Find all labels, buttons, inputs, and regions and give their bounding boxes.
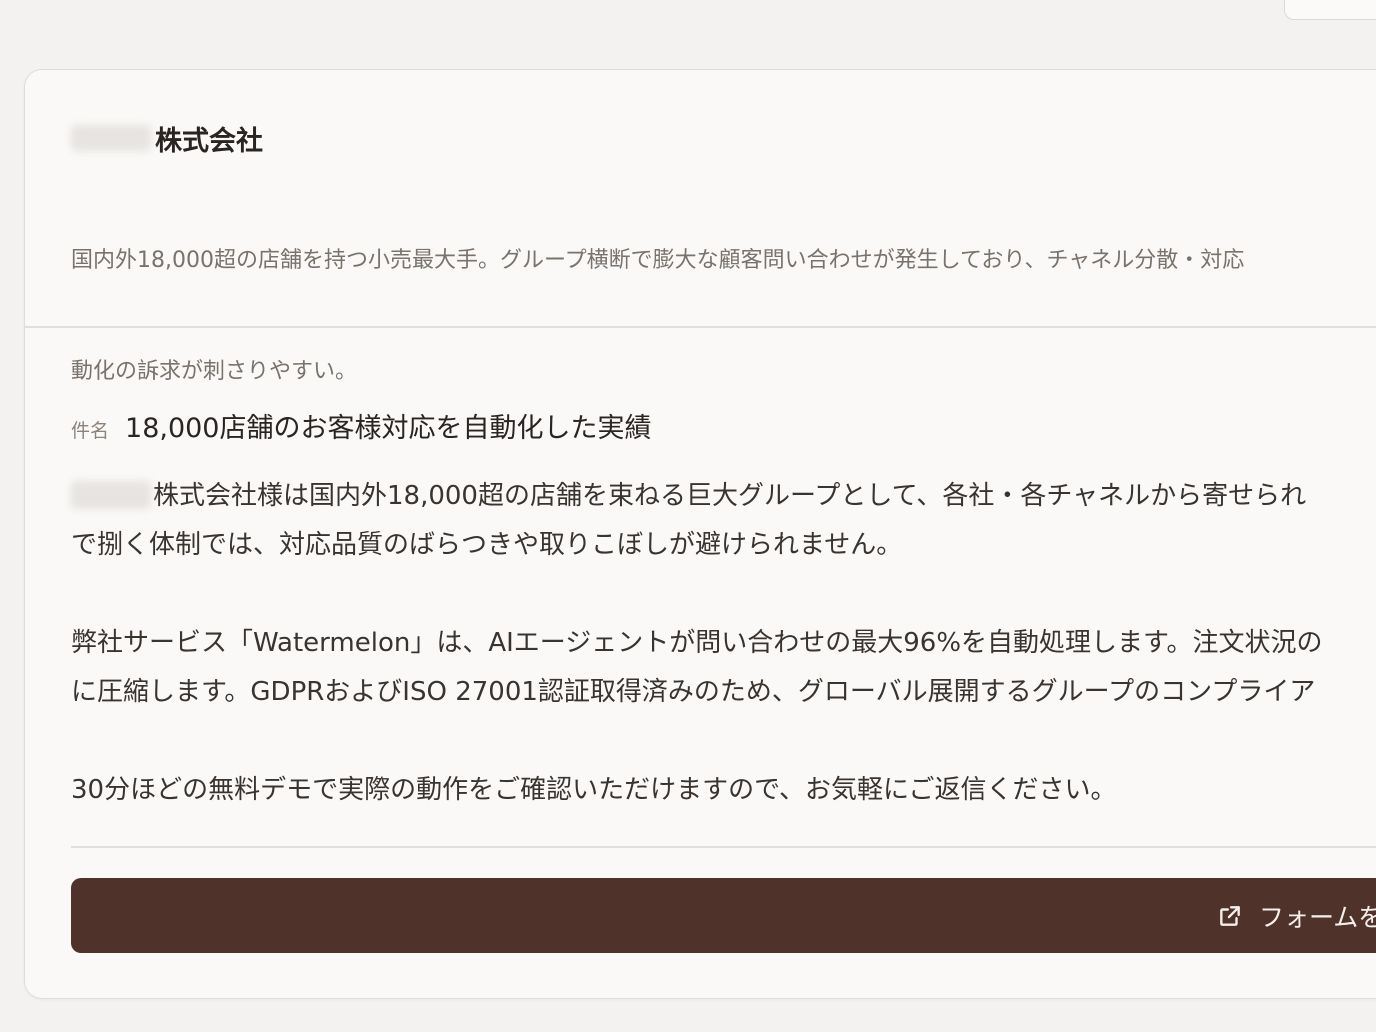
email-paragraph: 30分ほどの無料デモで実際の動作をご確認いただけますので、お気軽にご返信ください… <box>71 766 1322 815</box>
email-line: に圧縮します。GDPRおよびISO 27001認証取得済みのため、グローバル展開… <box>71 677 1316 707</box>
sales-email-card: 株式会社 国内外18,000超の店舗を持つ小売最大手。グループ横断で膨大な顧客問… <box>24 69 1376 999</box>
section-divider <box>25 326 1376 328</box>
email-line: 30分ほどの無料デモで実際の動作をご確認いただけますので、お気軽にご返信ください… <box>71 775 1117 805</box>
company-name: 株式会社 <box>155 125 263 157</box>
top-corner-button[interactable]: パ <box>1284 0 1376 20</box>
company-title-row: 株式会社 <box>71 120 1376 157</box>
footer-divider <box>71 846 1376 848</box>
email-line: 弊社サービス「Watermelon」は、AIエージェントが問い合わせの最大96%… <box>71 628 1323 658</box>
email-paragraph: 株式会社様は国内外18,000超の店舗を束ねる巨大グループとして、各社・各チャネ… <box>71 472 1322 570</box>
redacted-company-prefix <box>71 125 151 151</box>
subject-label: 件名 <box>71 420 110 442</box>
company-description-line: 動化の訴求が刺さりやすい。 <box>71 359 358 384</box>
email-subject-row: 件名 18,000店舗のお客様対応を自動化した実績 <box>71 406 652 445</box>
email-line: で捌く体制では、対応品質のばらつきや取りこぼしが避けられません。 <box>71 530 903 560</box>
external-link-icon <box>1220 905 1240 926</box>
company-description-line: 国内外18,000超の店舗を持つ小売最大手。グループ横断で膨大な顧客問い合わせが… <box>71 248 1245 273</box>
open-form-button-label: フォームを <box>1259 903 1376 932</box>
open-form-button[interactable]: フォームを <box>71 878 1376 953</box>
email-subject: 18,000店舗のお客様対応を自動化した実績 <box>125 413 652 444</box>
email-paragraph: 弊社サービス「Watermelon」は、AIエージェントが問い合わせの最大96%… <box>71 619 1322 717</box>
open-form-button-content: フォームを <box>1217 878 1376 953</box>
email-body: 株式会社様は国内外18,000超の店舗を束ねる巨大グループとして、各社・各チャネ… <box>71 472 1322 815</box>
redacted-company-prefix <box>71 481 151 509</box>
email-line: 株式会社様は国内外18,000超の店舗を束ねる巨大グループとして、各社・各チャネ… <box>153 481 1307 511</box>
